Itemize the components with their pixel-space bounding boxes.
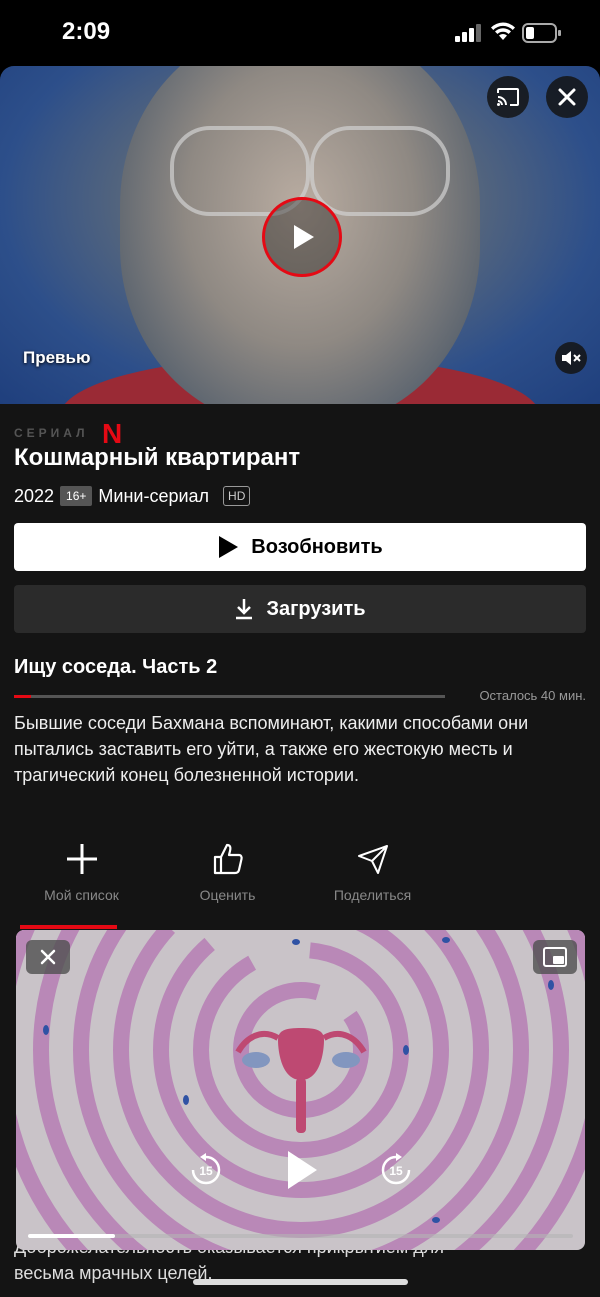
plus-icon <box>66 844 97 874</box>
download-icon <box>236 599 253 620</box>
cast-icon <box>497 88 519 106</box>
status-time: 2:09 <box>62 18 111 45</box>
picture-in-picture-player[interactable]: 15 15 <box>16 930 585 1250</box>
my-list-button[interactable]: Мой список <box>9 842 154 903</box>
time-remaining: Осталось 40 мин. <box>479 688 586 703</box>
age-rating-badge: 16+ <box>60 486 93 506</box>
play-icon <box>288 1151 317 1189</box>
play-icon <box>219 536 239 558</box>
close-icon <box>40 949 56 965</box>
forward-seconds: 15 <box>389 1164 403 1178</box>
share-button[interactable]: Поделиться <box>300 842 445 903</box>
show-title: Кошмарный квартирант <box>14 444 301 471</box>
resume-button[interactable]: Возобновить <box>14 523 586 571</box>
close-icon <box>558 88 576 106</box>
battery-icon <box>522 23 561 43</box>
preview-label: Превью <box>23 348 91 367</box>
rate-label: Оценить <box>199 887 256 903</box>
episode-progress-bar <box>14 695 445 698</box>
status-bar: 2:09 <box>0 0 600 66</box>
close-button[interactable] <box>546 76 588 118</box>
episodes-tab-indicator <box>20 925 117 929</box>
download-button[interactable]: Загрузить <box>14 585 586 633</box>
download-label: Загрузить <box>266 597 366 620</box>
preview-play-button[interactable] <box>262 197 342 277</box>
cellular-signal-icon <box>455 24 481 42</box>
pip-progress-bar[interactable] <box>28 1234 573 1238</box>
mute-button[interactable] <box>555 342 587 374</box>
pip-play-button[interactable] <box>284 1148 320 1197</box>
pip-close-button[interactable] <box>26 940 70 974</box>
format-label: Мини-сериал <box>98 485 210 506</box>
pip-progress-fill <box>28 1234 116 1238</box>
rate-button[interactable]: Оценить <box>155 842 300 903</box>
thumbs-up-icon <box>213 843 243 875</box>
episode-progress-fill <box>14 695 32 698</box>
release-year: 2022 <box>14 485 55 506</box>
series-tag: СЕРИАЛ <box>14 426 89 440</box>
pip-restore-button[interactable] <box>533 940 577 974</box>
resume-label: Возобновить <box>251 535 383 558</box>
wifi-icon <box>491 22 515 40</box>
play-icon <box>294 225 314 249</box>
episode-description: Бывшие соседи Бахмана вспоминают, какими… <box>14 713 529 785</box>
preview-video[interactable]: Превью <box>0 66 600 404</box>
fast-forward-icon: 15 <box>381 1153 411 1185</box>
action-row: Мой список Оценить Поделиться <box>0 842 600 932</box>
picture-in-picture-icon <box>543 947 567 967</box>
rewind-icon: 15 <box>191 1153 221 1185</box>
rewind-15-button[interactable]: 15 <box>188 1152 224 1193</box>
share-label: Поделиться <box>333 887 412 903</box>
show-meta: 2022 16+ Мини-сериал HD <box>14 484 251 508</box>
muted-speaker-icon <box>562 351 581 365</box>
my-list-label: Мой список <box>44 887 119 903</box>
episode-title: Ищу соседа. Часть 2 <box>14 656 218 678</box>
send-icon <box>357 845 388 874</box>
rewind-seconds: 15 <box>199 1164 213 1178</box>
hd-badge: HD <box>223 486 251 506</box>
cast-button[interactable] <box>487 76 529 118</box>
forward-15-button[interactable]: 15 <box>378 1152 414 1193</box>
home-indicator[interactable] <box>193 1279 408 1285</box>
